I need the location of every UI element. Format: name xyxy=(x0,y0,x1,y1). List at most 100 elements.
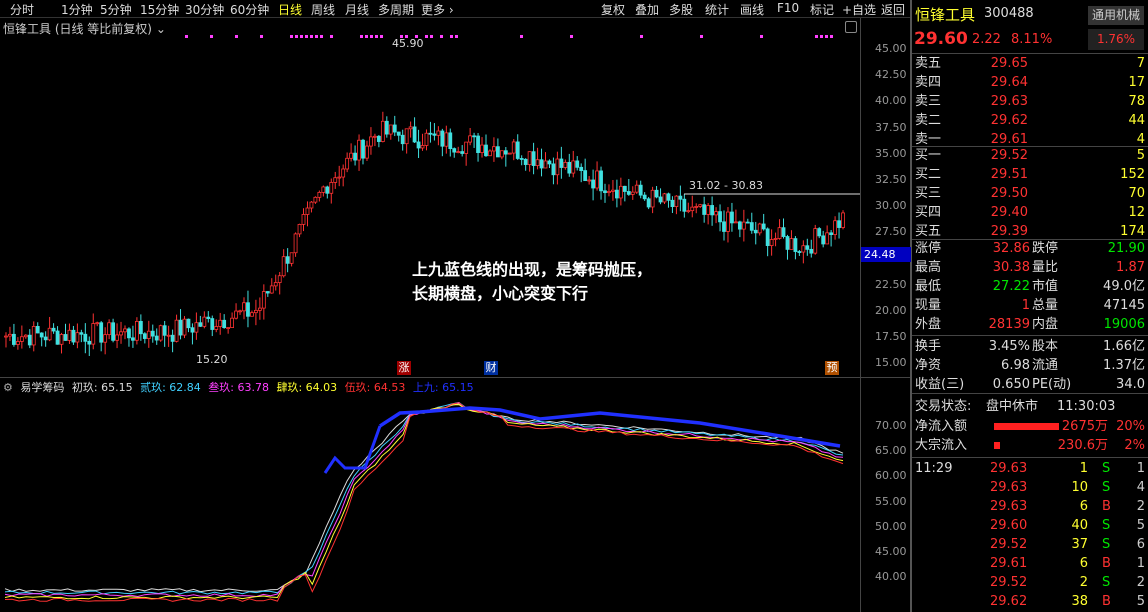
tab-15min[interactable]: 15分钟 xyxy=(140,1,179,18)
bid-row[interactable]: 买三 29.50 70 xyxy=(912,184,1148,203)
stats-cell: 0.650 xyxy=(992,377,1030,392)
candle-body xyxy=(365,145,369,159)
signal-dot xyxy=(185,35,188,38)
book-label: 买一 xyxy=(915,148,942,163)
candle-body xyxy=(87,340,92,345)
overlay-button[interactable]: 叠加 xyxy=(635,1,659,18)
tab-daily[interactable]: 日线 xyxy=(278,1,302,18)
multi-stock-button[interactable]: 多股 xyxy=(669,1,693,18)
tick-cell: 29.63 xyxy=(990,480,1028,495)
book-qty: 70 xyxy=(1128,186,1145,201)
tab-30min[interactable]: 30分钟 xyxy=(185,1,224,18)
tab-1min[interactable]: 1分钟 xyxy=(61,1,93,18)
candle-body xyxy=(99,322,104,343)
candle-body xyxy=(357,139,361,161)
stats-cell: 27.22 xyxy=(992,279,1030,294)
flow-cell: 2% xyxy=(1124,438,1145,453)
candle-body xyxy=(837,220,841,228)
candle-body xyxy=(115,334,119,341)
tab-timeshare[interactable]: 分时 xyxy=(10,1,34,18)
candle-body xyxy=(293,233,298,254)
candle-body xyxy=(495,146,500,158)
price-change: 2.22 xyxy=(972,32,1001,47)
book-price: 29.64 xyxy=(990,75,1028,90)
candle-body xyxy=(646,198,651,208)
candle-body xyxy=(75,332,80,343)
candle-body xyxy=(162,325,167,336)
stats-row: 换手 3.45% 股本 1.66亿 xyxy=(912,337,1148,356)
limit-up-marker[interactable]: 涨 xyxy=(397,361,411,375)
indicator-gear-icon[interactable]: ⚙ xyxy=(3,381,13,394)
candle-body xyxy=(123,328,127,333)
tick-cell: 29.60 xyxy=(990,518,1028,533)
ask-row[interactable]: 卖三 29.63 78 xyxy=(912,92,1148,111)
flow-cell xyxy=(994,442,1000,449)
indicator-axis-tick: 40.00 xyxy=(875,570,907,584)
stock-name: 恒锋工具 xyxy=(915,6,976,24)
low-label: 15.20 xyxy=(196,353,228,366)
book-price: 29.62 xyxy=(990,113,1028,128)
candle-body xyxy=(281,256,286,277)
candle-body xyxy=(404,128,409,145)
ask-row[interactable]: 卖四 29.64 17 xyxy=(912,73,1148,92)
tab-more[interactable]: 更多 › xyxy=(421,1,454,18)
signal-dot xyxy=(820,35,823,38)
add-watchlist-button[interactable]: +自选 xyxy=(842,1,876,18)
financial-report-marker[interactable]: 财 xyxy=(484,361,498,375)
last-price: 29.60 xyxy=(914,29,968,49)
candle-body xyxy=(15,341,20,345)
candle-body xyxy=(634,184,639,193)
tick-cell: 2 xyxy=(1136,575,1145,590)
f10-button[interactable]: F10 xyxy=(777,1,799,15)
signal-dot xyxy=(320,35,323,38)
mark-button[interactable]: 标记 xyxy=(810,1,834,18)
ask-row[interactable]: 卖二 29.62 44 xyxy=(912,111,1148,130)
quote-panel: 恒锋工具 300488 通用机械 29.60 2.22 8.11% 1.76% … xyxy=(912,0,1148,612)
tick-row: 29.62 38 B 5 xyxy=(912,592,1148,611)
price-axis-tick: 42.50 xyxy=(875,68,907,82)
candle-body xyxy=(218,319,223,327)
candle-body xyxy=(511,141,516,154)
tab-monthly[interactable]: 月线 xyxy=(345,1,369,18)
candle-body xyxy=(416,141,421,149)
forecast-marker[interactable]: 预 xyxy=(825,361,839,375)
bid-row[interactable]: 买四 29.40 12 xyxy=(912,203,1148,222)
candle-body xyxy=(547,160,552,165)
bid-row[interactable]: 买一 29.52 5 xyxy=(912,146,1148,165)
candle-body xyxy=(603,190,607,194)
adjust-button[interactable]: 复权 xyxy=(601,1,625,18)
tab-5min[interactable]: 5分钟 xyxy=(100,1,132,18)
candle-body xyxy=(158,325,163,341)
tab-weekly[interactable]: 周线 xyxy=(311,1,335,18)
stats-button[interactable]: 统计 xyxy=(705,1,729,18)
ask-row[interactable]: 卖五 29.65 7 xyxy=(912,54,1148,73)
indicator-name[interactable]: 易学筹码 xyxy=(20,381,64,394)
candle-body xyxy=(468,135,473,143)
stats-cell: 最高 xyxy=(915,260,942,275)
indicator-axis-tick: 45.00 xyxy=(875,545,907,558)
candle-body xyxy=(242,302,246,312)
candle-body xyxy=(329,182,334,194)
candle-body xyxy=(682,198,687,212)
signal-dot xyxy=(830,35,833,38)
draw-button[interactable]: 画线 xyxy=(740,1,764,18)
stats-cell: 跌停 xyxy=(1032,241,1059,256)
sector-badge[interactable]: 通用机械 xyxy=(1088,6,1144,25)
tab-60min[interactable]: 60分钟 xyxy=(230,1,269,18)
back-button[interactable]: 返回 xyxy=(881,1,905,18)
candle-body xyxy=(607,190,611,194)
signal-dot xyxy=(290,35,293,38)
kline-chart[interactable] xyxy=(0,18,910,612)
candle-body xyxy=(150,330,155,337)
stock-code: 300488 xyxy=(984,6,1034,21)
candle-body xyxy=(694,206,699,208)
stats-cell: 内盘 xyxy=(1032,317,1059,332)
tick-cell: S xyxy=(1102,575,1111,590)
candle-body xyxy=(503,150,508,155)
candle-body xyxy=(781,227,786,237)
tab-multi-period[interactable]: 多周期 xyxy=(378,1,414,18)
candle-body xyxy=(718,211,722,223)
candle-body xyxy=(67,329,72,341)
stats-cell: 收益(三) xyxy=(915,377,965,392)
bid-row[interactable]: 买二 29.51 152 xyxy=(912,165,1148,184)
